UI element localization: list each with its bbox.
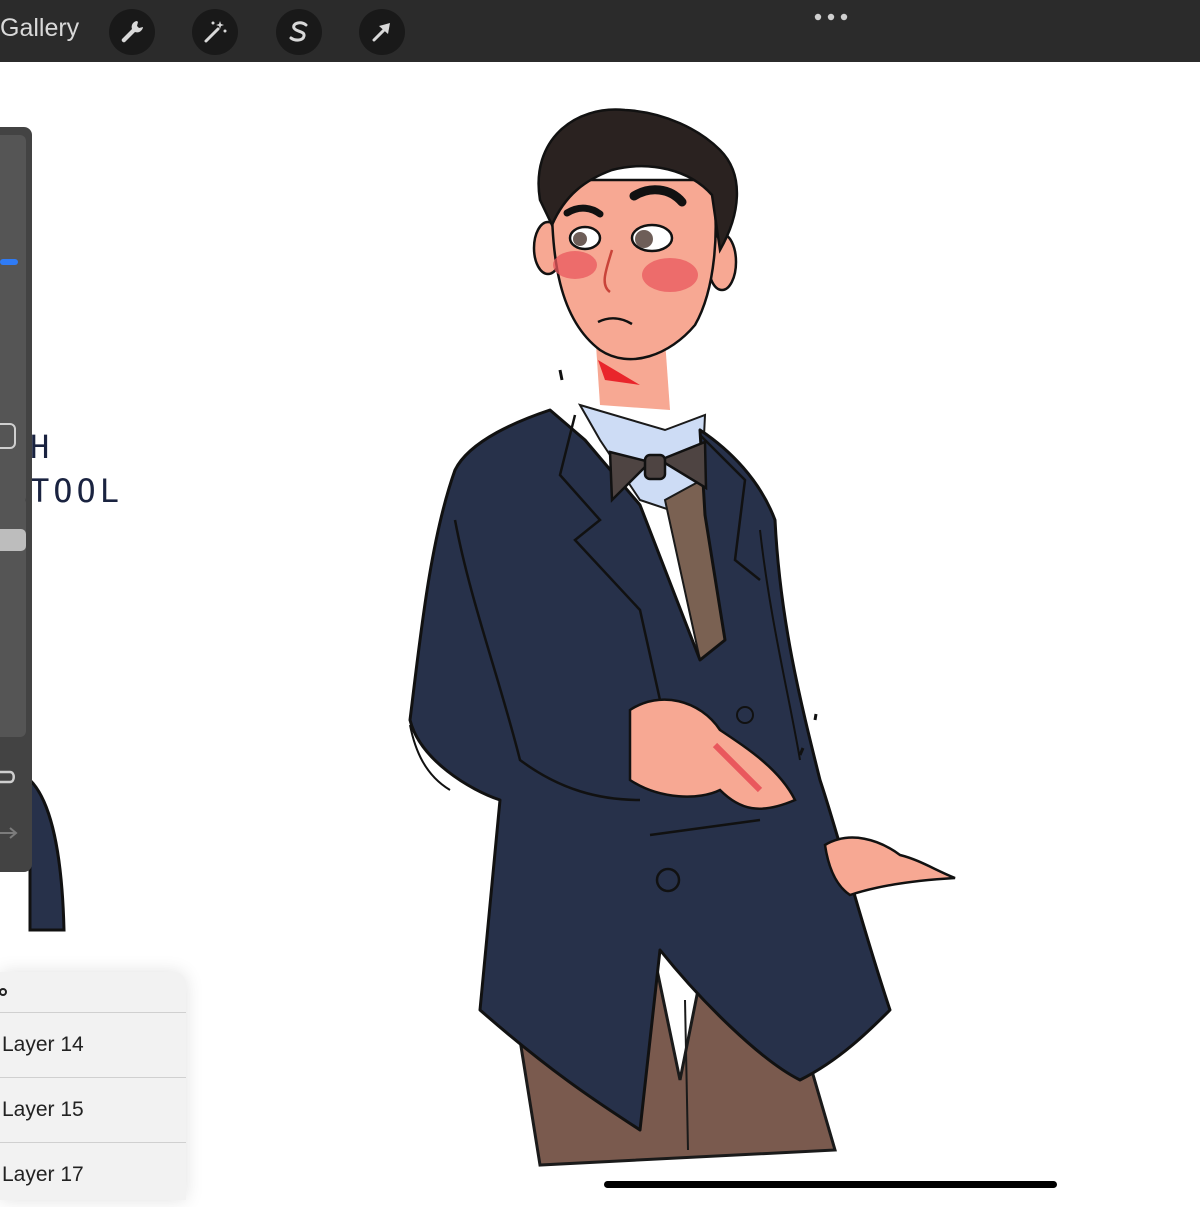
modify-square-button[interactable] — [0, 423, 16, 449]
canvas-handwriting: H TOOL — [30, 425, 123, 513]
layer-name: Layer 15 — [2, 1098, 84, 1121]
layers-panel: Layer 14 Layer 15 Layer 17 — [0, 972, 186, 1200]
layer-row[interactable]: Layer 17 — [0, 1142, 186, 1207]
redo-icon[interactable] — [0, 825, 20, 841]
brush-sidebar — [0, 127, 32, 872]
undo-icon[interactable] — [0, 767, 20, 787]
layer-row[interactable]: Layer 15 — [0, 1077, 186, 1142]
layer-name: Layer 17 — [2, 1163, 84, 1186]
layer-group-icon — [0, 988, 7, 996]
handwriting-line-1: H — [30, 428, 54, 466]
handwriting-line-2: TOOL — [30, 472, 124, 510]
opacity-slider[interactable] — [0, 497, 26, 737]
brush-size-thumb[interactable] — [0, 259, 18, 265]
layer-name: Layer 14 — [2, 1033, 84, 1056]
opacity-thumb[interactable] — [0, 529, 26, 551]
layer-row[interactable]: Layer 14 — [0, 1012, 186, 1077]
home-indicator[interactable] — [604, 1181, 1057, 1188]
